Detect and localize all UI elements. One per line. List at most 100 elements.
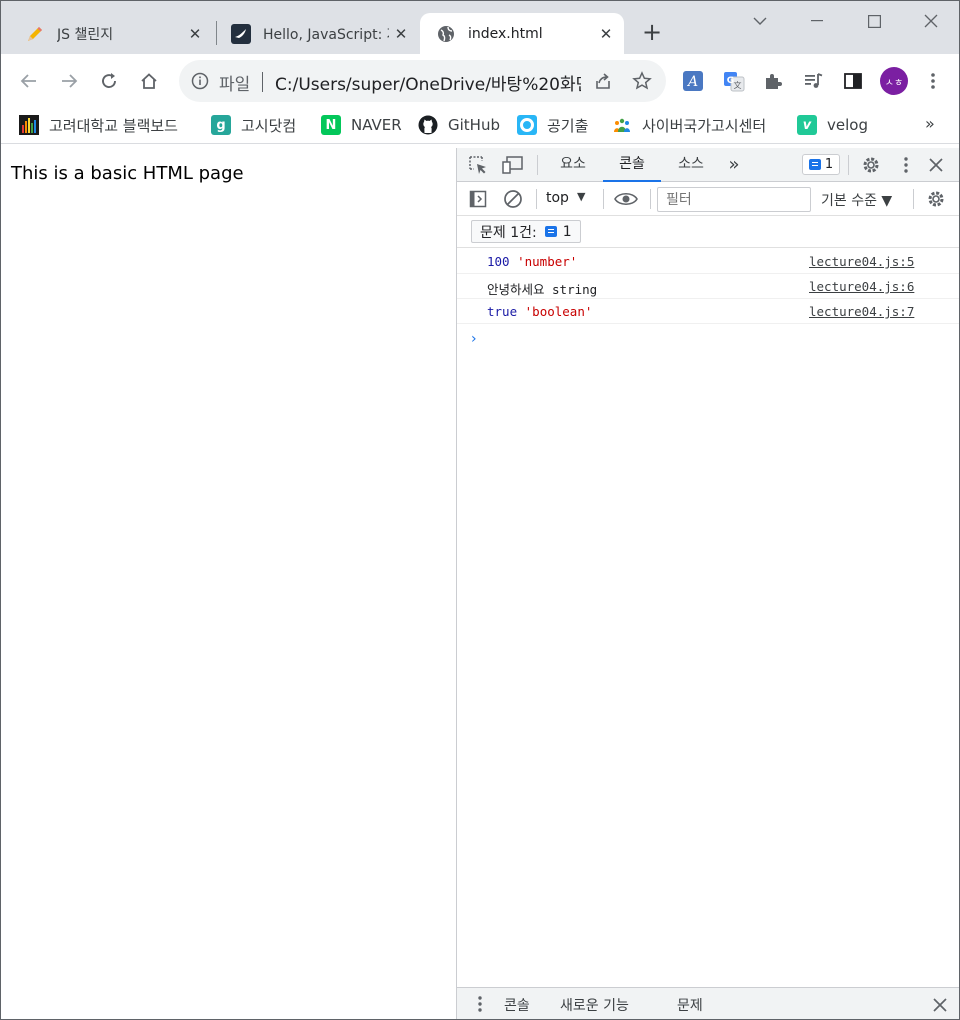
g-icon: g (211, 115, 231, 135)
issues-count: 1 (824, 157, 834, 172)
issues-label: 문제 1건: (480, 224, 537, 241)
toolbar-divider (650, 189, 651, 209)
browser-toolbar: 파일 C:/Users/super/OneDrive/바탕%20화면/... A… (1, 54, 959, 108)
console-message: 안녕하세요 string (487, 279, 597, 298)
context-selector[interactable]: top (546, 190, 569, 206)
tab-hello-javascript[interactable]: Hello, JavaScript: 자 ✕ (207, 13, 419, 54)
console-value: 100 (487, 254, 510, 269)
tab-index-html[interactable]: index.html ✕ (420, 13, 624, 54)
customize-menu-icon[interactable] (895, 154, 917, 176)
console-settings-gear-icon[interactable] (925, 188, 947, 210)
message-icon (808, 159, 821, 170)
console-message-row: true 'boolean' lecture04.js:7 (457, 299, 959, 324)
chrome-menu-icon[interactable] (921, 69, 945, 93)
toolbar-divider (537, 155, 538, 175)
console-toolbar: top ▼ 기본 수준 ▼ (457, 182, 959, 216)
device-toolbar-icon[interactable] (502, 154, 524, 176)
ring-icon (517, 115, 537, 135)
share-icon[interactable] (592, 70, 614, 92)
maximize-icon[interactable] (859, 9, 889, 33)
profile-avatar[interactable]: ㅅㅎ (880, 67, 908, 95)
puzzle-extensions-icon[interactable] (761, 69, 785, 93)
bookmark-github[interactable]: GitHub (418, 114, 500, 136)
back-button[interactable] (14, 66, 44, 96)
url-text[interactable]: C:/Users/super/OneDrive/바탕%20화면/... (275, 70, 581, 95)
bookmark-gonggichul[interactable]: 공기출 (517, 114, 588, 136)
console-message: 100 'number' (487, 254, 577, 269)
devtools-drawer: 콘솔 새로운 기능 문제 (457, 987, 959, 1019)
console-source-link[interactable]: lecture04.js:7 (809, 304, 914, 319)
bars-icon (19, 115, 39, 135)
home-button[interactable] (134, 66, 164, 96)
chevron-down-icon[interactable]: ▼ (577, 190, 585, 203)
log-level-dropdown[interactable]: 기본 수준 ▼ (821, 190, 892, 210)
console-value (510, 254, 518, 269)
new-tab-button[interactable]: + (639, 19, 665, 45)
minimize-icon[interactable] (802, 9, 832, 33)
translate-icon[interactable]: G文 (722, 69, 746, 93)
svg-text:文: 文 (734, 80, 742, 90)
console-source-link[interactable]: lecture04.js:5 (809, 254, 914, 269)
live-expression-eye-icon[interactable] (613, 188, 639, 210)
console-message-row: 안녕하세요 string lecture04.js:6 (457, 274, 959, 299)
toolbar-divider (536, 189, 537, 209)
bookmark-cyber-gosi[interactable]: 사이버국가고시센터 (612, 114, 766, 136)
inspect-element-icon[interactable] (467, 154, 489, 176)
console-output: 100 'number' lecture04.js:5 안녕하세요 string le… (457, 249, 959, 347)
bookmark-korea-univ[interactable]: 고려대학교 블랙보드 (19, 114, 178, 136)
console-value: true (487, 304, 518, 319)
close-icon[interactable]: ✕ (183, 22, 207, 46)
drawer-tab-whats-new[interactable]: 새로운 기능 (560, 995, 629, 1015)
settings-gear-icon[interactable] (860, 154, 882, 176)
sidebar-toggle-icon[interactable] (467, 188, 489, 210)
close-window-icon[interactable] (916, 9, 946, 33)
tab-title: index.html (468, 25, 543, 42)
font-extension-icon[interactable]: A (681, 69, 705, 93)
page-body-text: This is a basic HTML page (11, 163, 244, 184)
tab-strip: JS 챌린지 ✕ Hello, JavaScript: 자 ✕ index.ht… (1, 1, 959, 54)
issues-bar: 문제 1건: 1 (457, 216, 959, 248)
issues-count: 1 (562, 223, 572, 240)
toolbar-divider (848, 155, 849, 175)
console-prompt-icon[interactable]: › (471, 331, 477, 347)
bookmark-velog[interactable]: v velog (797, 114, 868, 136)
close-icon[interactable]: ✕ (389, 22, 413, 46)
console-message-row: 100 'number' lecture04.js:5 (457, 249, 959, 274)
bookmark-gosidot[interactable]: g 고시닷컴 (211, 114, 296, 136)
close-devtools-icon[interactable] (925, 154, 947, 176)
issues-counter-button[interactable]: 1 (802, 154, 840, 175)
issues-button[interactable]: 문제 1건: 1 (471, 220, 581, 243)
tab-title: Hello, JavaScript: 자 (263, 26, 389, 43)
tab-console[interactable]: 콘솔 (603, 148, 661, 182)
address-bar[interactable]: 파일 C:/Users/super/OneDrive/바탕%20화면/... (179, 60, 666, 102)
info-icon[interactable] (191, 72, 209, 90)
bookmarks-overflow-button[interactable]: » (925, 114, 935, 133)
velog-icon: v (797, 115, 817, 135)
tab-sources[interactable]: 소스 (663, 148, 719, 182)
media-control-icon[interactable] (801, 69, 825, 93)
bookmark-label: 고시닷컴 (241, 116, 297, 135)
console-source-link[interactable]: lecture04.js:6 (809, 279, 914, 294)
clear-console-icon[interactable] (502, 188, 524, 210)
tab-js-challenge[interactable]: JS 챌린지 ✕ (1, 13, 213, 54)
tab-search-icon[interactable] (745, 9, 775, 33)
drawer-tab-console[interactable]: 콘솔 (504, 995, 530, 1015)
close-drawer-icon[interactable] (929, 994, 951, 1016)
reload-button[interactable] (94, 66, 124, 96)
bookmark-naver[interactable]: N NAVER (321, 114, 402, 136)
more-tabs-icon[interactable]: » (721, 148, 747, 182)
bookmark-label: NAVER (351, 116, 402, 134)
close-icon[interactable]: ✕ (594, 22, 618, 46)
bookmark-star-icon[interactable] (631, 70, 653, 92)
globe-icon (434, 22, 458, 46)
tab-elements[interactable]: 요소 (545, 148, 601, 182)
side-panel-icon[interactable] (841, 69, 865, 93)
drawer-tab-issues[interactable]: 문제 (677, 995, 703, 1015)
bookmark-label: 공기출 (547, 116, 589, 135)
naver-icon: N (321, 115, 341, 135)
filter-input[interactable] (657, 187, 811, 212)
crowd-icon (612, 115, 632, 135)
forward-button[interactable] (54, 66, 84, 96)
message-icon (544, 226, 557, 237)
drawer-menu-icon[interactable] (469, 993, 491, 1015)
